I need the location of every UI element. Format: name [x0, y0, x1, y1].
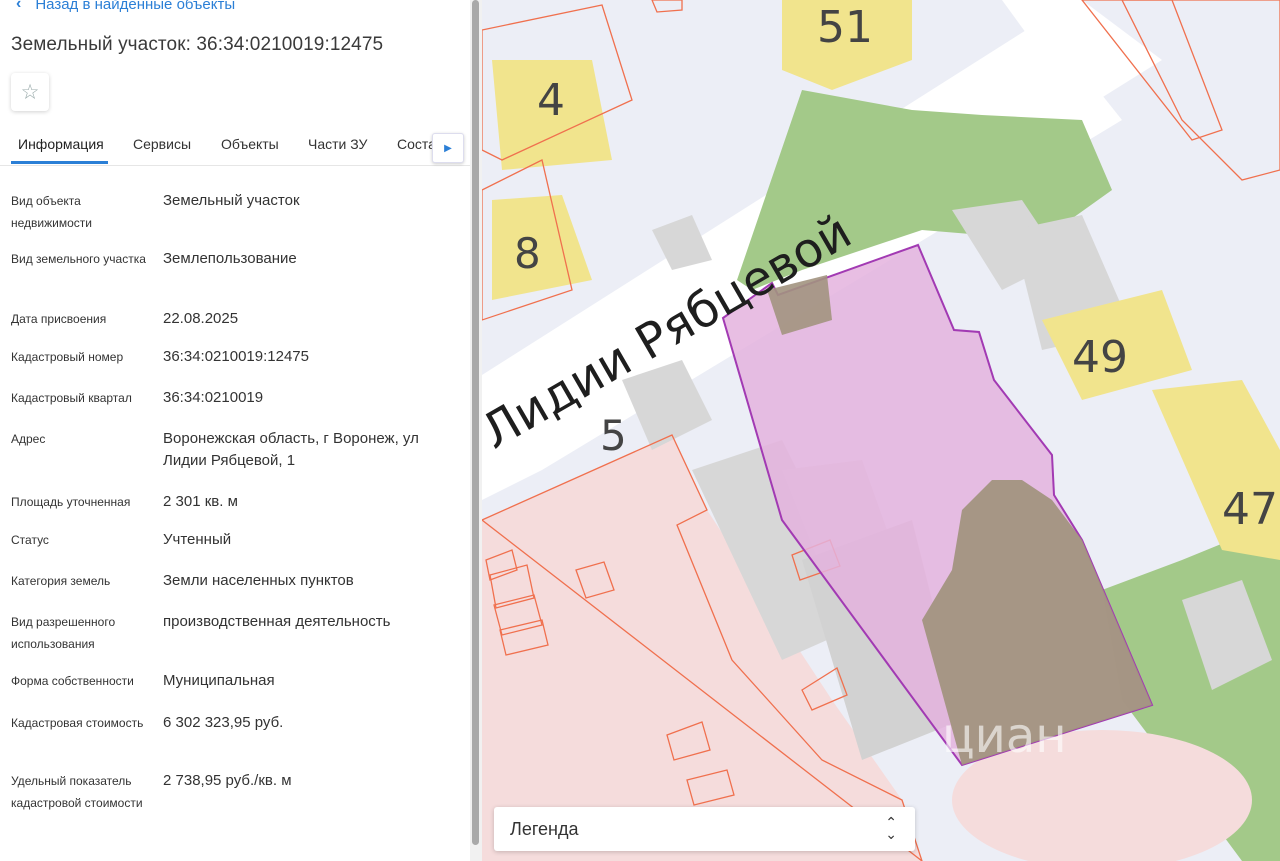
svg-text:4: 4: [537, 75, 565, 126]
info-value: Муниципальная: [163, 672, 275, 689]
info-value: Земли населенных пунктов: [163, 572, 354, 589]
map-canvas[interactable]: 51 4 8 5 49 47 Лидии Рябцевой циан: [482, 0, 1280, 861]
tab-information[interactable]: Информация: [18, 136, 104, 152]
back-link[interactable]: ‹ Назад в найденные объекты: [16, 0, 235, 13]
info-value: 22.08.2025: [163, 310, 239, 327]
svg-text:8: 8: [514, 229, 541, 278]
info-label: Категория земель: [11, 574, 111, 588]
watermark-label: циан: [942, 708, 1067, 764]
favorite-button[interactable]: ☆: [11, 73, 49, 111]
info-label: Форма собственности: [11, 674, 134, 688]
active-tab-indicator: [11, 161, 108, 164]
info-value: Землепользование: [163, 250, 297, 267]
star-outline-icon: ☆: [20, 80, 40, 104]
info-panel: ‹ Назад в найденные объекты Земельный уч…: [0, 0, 470, 861]
info-label: Кадастровый номер: [11, 350, 124, 364]
info-value: Воронежская область, г Воронеж, ул Лидии…: [163, 430, 419, 469]
info-value: производственная деятельность: [163, 613, 391, 630]
info-value: 2 301 кв. м: [163, 493, 238, 510]
tab-services[interactable]: Сервисы: [133, 136, 191, 152]
tab-bar: Информация Сервисы Объекты Части ЗУ Сост…: [0, 126, 470, 166]
back-link-label: Назад в найденные объекты: [35, 0, 236, 13]
info-label: Дата присвоения: [11, 312, 107, 326]
chevron-left-icon: ‹: [16, 0, 22, 12]
info-value: 36:34:0210019:12475: [163, 348, 309, 365]
panel-scrollbar-thumb[interactable]: [472, 0, 479, 845]
legend-dropdown[interactable]: Легенда ⌃ ⌄: [494, 807, 915, 851]
svg-text:5: 5: [600, 411, 627, 460]
tabs-scroll-right-button[interactable]: ▶: [432, 133, 464, 163]
map-view[interactable]: 51 4 8 5 49 47 Лидии Рябцевой циан: [482, 0, 1280, 861]
info-label: Вид земельного участка: [11, 252, 146, 266]
info-value: 36:34:0210019: [163, 389, 264, 406]
info-label: Статус: [11, 533, 49, 547]
chevron-right-icon: ▶: [444, 142, 452, 154]
info-value: Учтенный: [163, 531, 232, 548]
info-label: Вид разрешенного использования: [11, 615, 116, 651]
sort-arrows-icon[interactable]: ⌃ ⌄: [885, 815, 897, 841]
svg-text:49: 49: [1072, 332, 1128, 383]
svg-text:51: 51: [817, 2, 873, 53]
legend-label: Легенда: [510, 819, 579, 839]
tab-parcel-parts[interactable]: Части ЗУ: [308, 136, 367, 152]
info-label: Адрес: [11, 432, 46, 446]
info-label: Кадастровый квартал: [11, 391, 132, 405]
info-value: 6 302 323,95 руб.: [163, 714, 284, 731]
info-label: Вид объекта недвижимости: [11, 194, 92, 230]
tab-objects[interactable]: Объекты: [221, 136, 279, 152]
info-label: Кадастровая стоимость: [11, 716, 144, 730]
svg-text:47: 47: [1222, 484, 1278, 535]
page-title: Земельный участок: 36:34:0210019:12475: [11, 34, 384, 55]
info-value: 2 738,95 руб./кв. м: [163, 772, 292, 789]
info-value: Земельный участок: [163, 192, 300, 209]
info-label: Удельный показатель кадастровой стоимост…: [11, 774, 143, 810]
info-label: Площадь уточненная: [11, 495, 131, 509]
